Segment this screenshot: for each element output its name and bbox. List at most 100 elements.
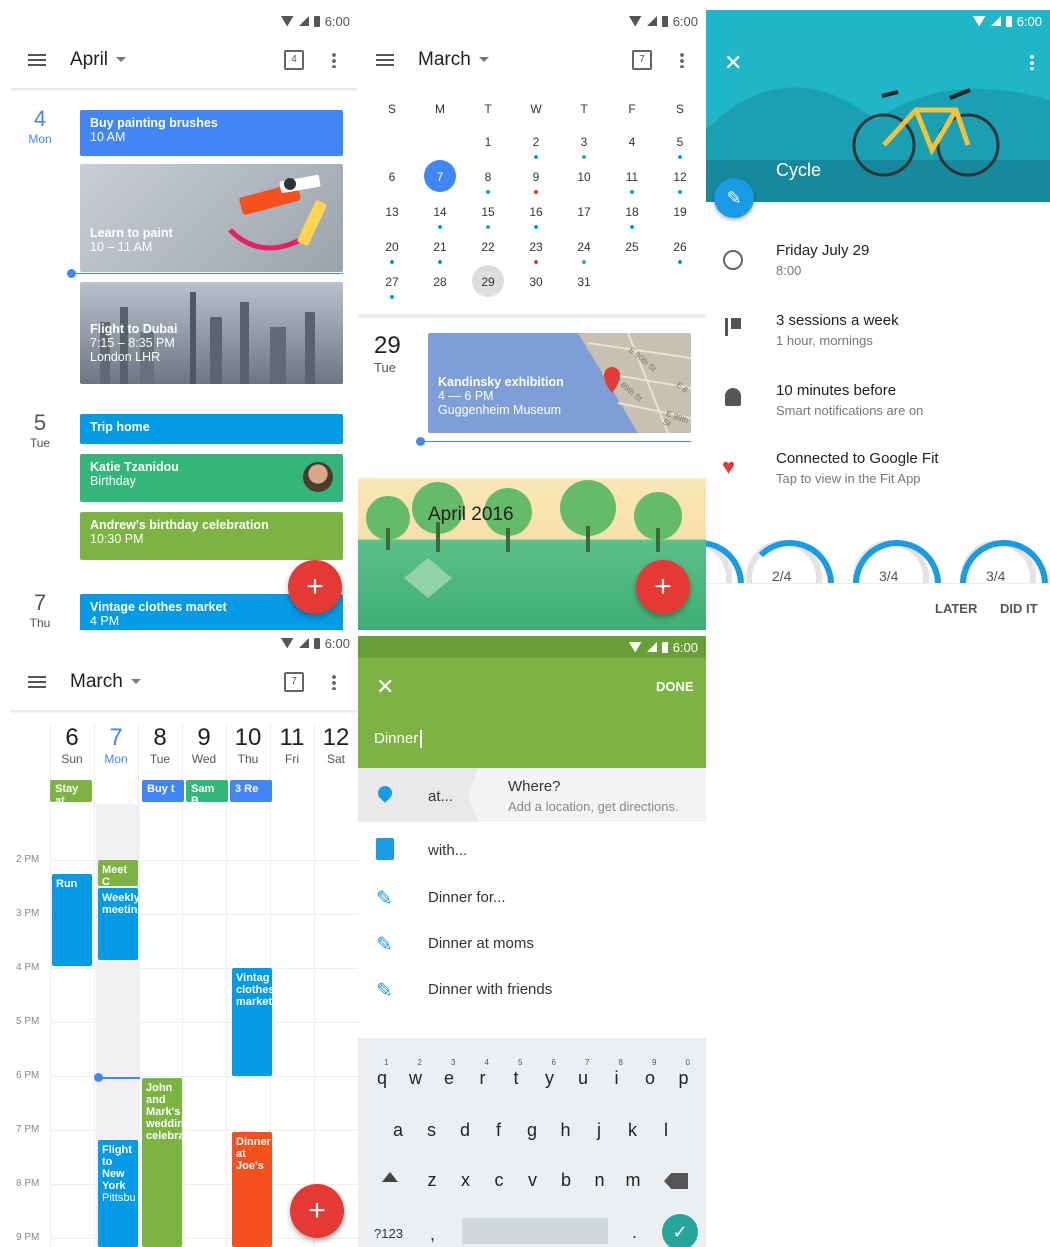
key-z[interactable]: z [422, 1170, 442, 1191]
day-cell[interactable]: 12 [656, 167, 704, 202]
event-vintage[interactable]: Vintag clothes market [232, 968, 272, 1076]
day-cell[interactable]: 13 [368, 202, 416, 237]
key-c[interactable]: c [489, 1170, 509, 1191]
symbols-key[interactable]: ?123 [374, 1226, 403, 1241]
event-learn-paint[interactable]: Learn to paint 10 – 11 AM [80, 164, 343, 272]
day-cell[interactable]: 11 [608, 167, 656, 202]
day-cell[interactable]: 18 [608, 202, 656, 237]
day-cell[interactable]: 3 [560, 132, 608, 167]
menu-icon[interactable] [28, 54, 46, 66]
key-e[interactable]: e3 [439, 1058, 459, 1089]
allday-3re[interactable]: 3 Re [230, 780, 272, 802]
week-day-header[interactable]: 11 Fri [270, 724, 314, 766]
key-q[interactable]: q1 [372, 1058, 392, 1089]
row-frequency[interactable]: 3 sessions a week 1 hour, mornings [706, 308, 1050, 364]
day-cell[interactable]: 19 [656, 202, 704, 237]
enter-button[interactable]: ✓ [662, 1214, 698, 1247]
day-cell[interactable]: 14 [416, 202, 464, 237]
row-date[interactable]: Friday July 29 8:00 [706, 238, 1050, 294]
week-day-header[interactable]: 6 Sun [50, 724, 94, 766]
key-d[interactable]: d [455, 1120, 475, 1141]
day-cell[interactable]: 27 [368, 272, 416, 307]
key-l[interactable]: l [656, 1120, 676, 1141]
add-event-button[interactable]: + [288, 560, 342, 614]
day-cell[interactable]: 9 [512, 167, 560, 202]
edit-button[interactable]: ✎ [714, 178, 754, 218]
today-calendar-icon[interactable]: 4 [284, 50, 304, 70]
key-w[interactable]: w2 [406, 1058, 426, 1089]
key-u[interactable]: u7 [573, 1058, 593, 1089]
today-calendar-icon[interactable]: 7 [284, 672, 304, 692]
day-cell[interactable]: 31 [560, 272, 608, 307]
day-cell[interactable]: 8 [464, 167, 512, 202]
day-cell[interactable]: 10 [560, 167, 608, 202]
day-cell[interactable]: 30 [512, 272, 560, 307]
done-button[interactable]: DONE [656, 679, 694, 694]
close-icon[interactable]: ✕ [376, 674, 394, 700]
day-cell[interactable]: 17 [560, 202, 608, 237]
key-k[interactable]: k [623, 1120, 643, 1141]
key-v[interactable]: v [523, 1170, 543, 1191]
day-cell[interactable]: 29 [464, 265, 512, 307]
event-flight-ny[interactable]: Flight to New York Pittsbu [98, 1140, 138, 1247]
event-flight-dubai[interactable]: Flight to Dubai 7:15 – 8:35 PM London LH… [80, 282, 343, 384]
comma-key[interactable]: , [430, 1224, 435, 1245]
key-h[interactable]: h [556, 1120, 576, 1141]
week-day-header[interactable]: 10 Thu [226, 724, 270, 766]
later-button[interactable]: LATER [935, 601, 977, 616]
item-dinner-moms[interactable]: Dinner at moms [428, 935, 534, 952]
event-trip-home[interactable]: Trip home [80, 414, 343, 444]
key-r[interactable]: r4 [473, 1058, 493, 1089]
row-google-fit[interactable]: ♥ Connected to Google Fit Tap to view in… [706, 446, 1050, 502]
key-b[interactable]: b [556, 1170, 576, 1191]
week-day-header[interactable]: 7 Mon [94, 724, 138, 766]
more-icon[interactable] [680, 52, 684, 68]
item-with[interactable]: with... [428, 842, 467, 859]
day-cell[interactable]: 25 [608, 237, 656, 272]
key-x[interactable]: x [456, 1170, 476, 1191]
day-cell[interactable]: 1 [464, 132, 512, 167]
did-it-button[interactable]: DID IT [1000, 601, 1038, 616]
key-t[interactable]: t5 [506, 1058, 526, 1089]
event-buy-brushes[interactable]: Buy painting brushes 10 AM [80, 110, 343, 156]
event-weekly[interactable]: Weekly meetin [98, 888, 138, 960]
menu-icon[interactable] [376, 54, 394, 66]
event-meet[interactable]: Meet C [98, 860, 138, 886]
key-y[interactable]: y6 [540, 1058, 560, 1089]
key-f[interactable]: f [489, 1120, 509, 1141]
event-dinner-joes[interactable]: Dinner at Joe's [232, 1132, 272, 1247]
key-s[interactable]: s [422, 1120, 442, 1141]
key-i[interactable]: i8 [607, 1058, 627, 1089]
space-key[interactable] [462, 1218, 608, 1244]
allday-buy[interactable]: Buy t [142, 780, 184, 802]
event-title-input[interactable]: Dinner [374, 730, 423, 749]
more-icon[interactable] [332, 674, 336, 690]
row-notification[interactable]: 10 minutes before Smart notifications ar… [706, 378, 1050, 434]
close-icon[interactable]: ✕ [724, 50, 742, 76]
more-icon[interactable] [1030, 54, 1034, 70]
day-cell[interactable]: 28 [416, 272, 464, 307]
add-event-button[interactable]: + [290, 1184, 344, 1238]
week-day-header[interactable]: 9 Wed [182, 724, 226, 766]
allday-stay[interactable]: Stay at [50, 780, 92, 802]
allday-sam[interactable]: Sam B [186, 780, 228, 802]
day-cell[interactable]: 7 [416, 160, 464, 202]
more-icon[interactable] [332, 52, 336, 68]
backspace-key[interactable] [664, 1173, 688, 1189]
month-title[interactable]: March [70, 671, 141, 693]
day-cell[interactable]: 21 [416, 237, 464, 272]
day-cell[interactable]: 16 [512, 202, 560, 237]
week-day-header[interactable]: 8 Tue [138, 724, 182, 766]
month-title[interactable]: April [70, 49, 127, 71]
item-at[interactable]: at... [428, 788, 453, 805]
day-cell[interactable]: 15 [464, 202, 512, 237]
item-dinner-friends[interactable]: Dinner with friends [428, 981, 552, 998]
shift-key[interactable] [382, 1172, 398, 1182]
key-m[interactable]: m [623, 1170, 643, 1191]
event-john-mark[interactable]: John and Mark's weddin celebra [142, 1078, 182, 1247]
day-cell[interactable]: 26 [656, 237, 704, 272]
period-key[interactable]: . [632, 1222, 637, 1243]
key-g[interactable]: g [522, 1120, 542, 1141]
key-j[interactable]: j [589, 1120, 609, 1141]
event-andrew-celebration[interactable]: Andrew's birthday celebration 10:30 PM [80, 512, 343, 560]
